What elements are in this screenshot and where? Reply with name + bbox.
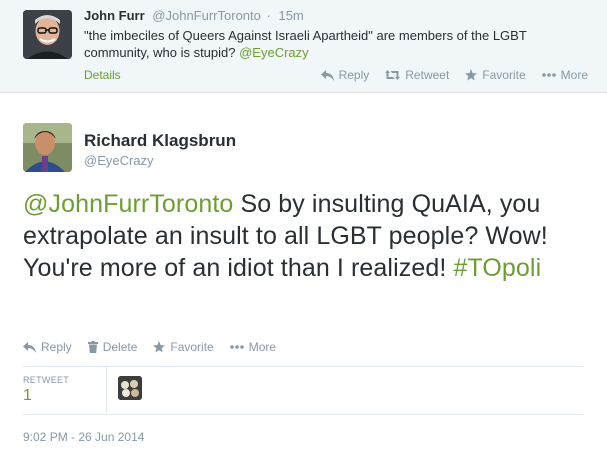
main-fullname[interactable]: Richard Klagsbrun	[84, 131, 236, 151]
retweet-stat-label: RETWEET	[23, 375, 70, 385]
parent-retweet-label: Retweet	[405, 68, 450, 82]
parent-more-label: More	[560, 68, 588, 82]
main-delete-label: Delete	[102, 340, 138, 354]
main-favorite-label: Favorite	[170, 340, 214, 354]
main-handle[interactable]: @EyeCrazy	[84, 153, 154, 168]
main-delete-button[interactable]: Delete	[87, 340, 138, 354]
retweeter-avatar[interactable]	[118, 376, 142, 400]
parent-favorite-label: Favorite	[482, 68, 526, 82]
parent-time[interactable]: 15m	[278, 8, 303, 23]
parent-fullname[interactable]: John Furr	[84, 8, 145, 23]
main-tweet-text: @JohnFurrToronto So by insulting QuAIA, …	[23, 188, 598, 284]
parent-reply-button[interactable]: Reply	[320, 68, 370, 82]
reply-icon	[23, 341, 36, 353]
parent-retweet-button[interactable]: Retweet	[385, 68, 449, 82]
richard-klagsbrun-avatar[interactable]	[23, 123, 72, 172]
parent-handle[interactable]: @JohnFurrToronto	[152, 8, 261, 23]
john-furr-avatar[interactable]	[23, 10, 72, 59]
main-mention-link[interactable]: @JohnFurrToronto	[23, 190, 233, 218]
tweet-timestamp[interactable]: 9:02 PM - 26 Jun 2014	[23, 430, 144, 444]
trash-icon	[87, 341, 98, 353]
hashtag-link[interactable]: #TOpoli	[453, 254, 541, 282]
parent-tweet-text: "the imbeciles of Queers Against Israeli…	[84, 27, 594, 61]
more-dots-icon	[229, 345, 244, 349]
more-dots-icon	[541, 73, 556, 77]
main-more-button[interactable]: More	[229, 340, 277, 354]
retweet-stat-count[interactable]: 1	[23, 387, 32, 405]
stats-bottom-divider	[23, 414, 584, 415]
parent-favorite-button[interactable]: Favorite	[465, 68, 526, 82]
parent-mention-link[interactable]: @EyeCrazy	[239, 45, 309, 60]
details-link[interactable]: Details	[84, 68, 121, 82]
parent-more-button[interactable]: More	[541, 68, 588, 82]
main-favorite-button[interactable]: Favorite	[153, 340, 214, 354]
reply-icon	[320, 69, 334, 81]
favorite-star-icon	[153, 341, 166, 353]
favorite-star-icon	[465, 69, 478, 81]
stats-top-divider	[23, 366, 584, 367]
stats-vertical-divider	[106, 366, 107, 412]
main-reply-label: Reply	[41, 340, 72, 354]
parent-separator: ·	[266, 8, 271, 23]
main-reply-button[interactable]: Reply	[23, 340, 72, 354]
main-more-label: More	[248, 340, 277, 354]
parent-actions: Reply Retweet Favorite More	[320, 68, 588, 82]
parent-tweet[interactable]: John Furr @JohnFurrToronto · 15m "the im…	[0, 0, 607, 93]
retweet-icon	[385, 70, 401, 80]
parent-reply-label: Reply	[338, 68, 370, 82]
main-actions: Reply Delete Favorite More	[23, 340, 276, 354]
